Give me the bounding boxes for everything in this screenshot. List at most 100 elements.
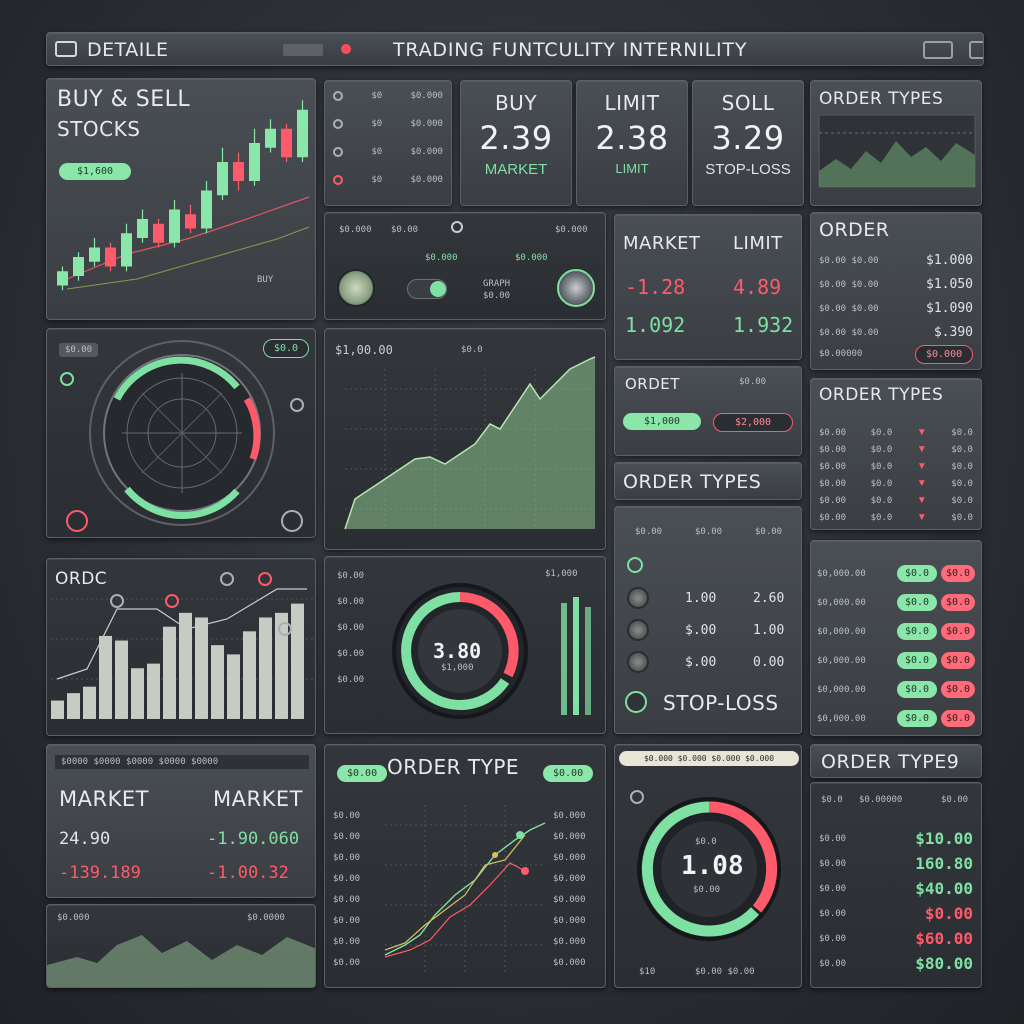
quote-sell[interactable]: SOLL 3.29 STOP-LOSS <box>692 80 804 206</box>
order-type-values-row[interactable]: $0.00 $0.00 <box>819 904 973 923</box>
volume-bar[interactable] <box>195 617 208 719</box>
volume-bar[interactable] <box>131 668 144 719</box>
volume-bar[interactable] <box>51 700 64 719</box>
candle-body[interactable] <box>57 271 68 286</box>
buy-button[interactable]: $0.0 <box>897 565 937 582</box>
small-list-row[interactable]: $0 $0.000 <box>333 175 443 185</box>
stop-loss-top-radio[interactable] <box>627 557 643 573</box>
quote-limit[interactable]: LIMIT 2.38 LIMIT <box>576 80 688 206</box>
down-arrow-icon: ▼ <box>916 495 927 506</box>
volume-bar[interactable] <box>243 631 256 719</box>
order-list-row[interactable]: $0.00 $0.00 $1.050 <box>819 277 973 292</box>
candle-body[interactable] <box>169 209 180 243</box>
quote-buy[interactable]: BUY 2.39 MARKET <box>460 80 572 206</box>
menu-icon[interactable] <box>923 41 953 59</box>
candle-body[interactable] <box>297 109 308 158</box>
candle-body[interactable] <box>217 162 228 196</box>
candle-body[interactable] <box>73 257 84 276</box>
sell-button[interactable]: $0.0 <box>941 565 975 582</box>
buy-button[interactable]: $0.0 <box>897 710 937 727</box>
settings-icon[interactable] <box>969 41 983 59</box>
bars-panel: ORDC <box>46 558 316 736</box>
volume-bar[interactable] <box>115 640 128 719</box>
marker-icon <box>258 572 272 586</box>
right-dial-icon[interactable] <box>557 269 595 307</box>
order-list-footer-button[interactable]: $0.000 <box>915 345 974 364</box>
stop-loss-radio[interactable] <box>627 619 649 641</box>
order-list-row[interactable]: $0.00 $0.00 $1.000 <box>819 253 973 268</box>
order-list-row[interactable]: $0.00 $0.00 $.390 <box>819 325 973 340</box>
sell-button[interactable]: $0.0 <box>941 710 975 727</box>
order-set-green-button[interactable]: $1,000 <box>623 413 701 430</box>
stop-loss-right: 0.00 <box>753 655 785 670</box>
order-type-values-row[interactable]: $0.00 $10.00 <box>819 829 973 848</box>
order-set-red-button[interactable]: $2,000 <box>713 413 793 432</box>
mid-toggle-icon[interactable] <box>407 279 447 299</box>
buy-button[interactable]: $0.0 <box>897 594 937 611</box>
sell-button[interactable]: $0.0 <box>941 652 975 669</box>
gauge2-footer-right: $0.00 $0.00 <box>695 967 755 977</box>
small-list-row[interactable]: $0 $0.000 <box>333 91 443 101</box>
candle-body[interactable] <box>265 128 276 148</box>
candle-body[interactable] <box>105 247 116 267</box>
volume-bar[interactable] <box>275 612 288 719</box>
quote-sell-value: 3.29 <box>711 119 785 157</box>
order-types-top-panel: ORDER TYPES <box>810 80 982 206</box>
small-list-row[interactable]: $0 $0.000 <box>333 147 443 157</box>
volume-bar[interactable] <box>67 693 80 719</box>
order-type-values-label: $0.00 <box>819 858 847 869</box>
square-icon[interactable] <box>55 41 77 57</box>
controls-knob-icon[interactable] <box>451 221 463 233</box>
order-type-values-row[interactable]: $0.00 160.80 <box>819 854 973 873</box>
volume-bar[interactable] <box>291 603 304 719</box>
volume-bar[interactable] <box>147 663 160 719</box>
toggle-icon[interactable] <box>283 44 323 56</box>
candle-body[interactable] <box>233 162 244 181</box>
order-type-values-row[interactable]: $0.00 $60.00 <box>819 929 973 948</box>
volume-bar[interactable] <box>227 654 240 719</box>
down-arrow-icon: ▼ <box>916 427 927 438</box>
sell-button[interactable]: $0.0 <box>941 594 975 611</box>
order-types-row[interactable]: $0.00 $0.0 ▼ $0.0 <box>819 461 973 472</box>
order-types-row[interactable]: $0.00 $0.0 ▼ $0.0 <box>819 478 973 489</box>
candle-body[interactable] <box>137 219 148 238</box>
order-types-right-panel: ORDER TYPES $0.00 $0.0 ▼ $0.0 $0.00 $0.0 ▼ $0.0… <box>810 378 982 530</box>
candle-body[interactable] <box>185 214 196 229</box>
candle-body[interactable] <box>121 233 132 267</box>
order-types-row[interactable]: $0.00 $0.0 ▼ $0.0 <box>819 444 973 455</box>
volume-bar[interactable] <box>99 635 112 719</box>
buttons-group: $0.0 $0.0 <box>897 652 975 669</box>
order-type-values-row[interactable]: $0.00 $80.00 <box>819 954 973 973</box>
left-dial-icon[interactable] <box>337 269 375 307</box>
order-type-values-panel: $0.0 $0.00000 $0.00 $0.00 $10.00 $0.00 160.80… <box>810 782 982 988</box>
marker-icon <box>165 594 179 608</box>
buy-button[interactable]: $0.0 <box>897 652 937 669</box>
candle-body[interactable] <box>89 247 100 262</box>
buy-button[interactable]: $0.0 <box>897 623 937 640</box>
order-types-row[interactable]: $0.00 $0.0 ▼ $0.0 <box>819 495 973 506</box>
page-title: TRADING FUNTCULITY INTERNILITY <box>393 39 748 61</box>
volume-bar[interactable] <box>259 617 272 719</box>
volume-bar[interactable] <box>179 612 192 719</box>
order-types-row[interactable]: $0.00 $0.0 ▼ $0.0 <box>819 427 973 438</box>
order-set-title: ORDET <box>625 375 680 393</box>
small-list-row[interactable]: $0 $0.000 <box>333 119 443 129</box>
order-type-values-row[interactable]: $0.00 $40.00 <box>819 879 973 898</box>
candle-body[interactable] <box>201 190 212 229</box>
sell-button[interactable]: $0.0 <box>941 681 975 698</box>
buy-button[interactable]: $0.0 <box>897 681 937 698</box>
stop-loss-icon[interactable] <box>625 691 647 713</box>
candle-body[interactable] <box>281 128 292 158</box>
stop-loss-radio[interactable] <box>627 587 649 609</box>
candle-body[interactable] <box>249 143 260 181</box>
sell-button[interactable]: $0.0 <box>941 623 975 640</box>
volume-bar[interactable] <box>163 626 176 719</box>
stop-loss-radio[interactable] <box>627 651 649 673</box>
order-list-panel: ORDER $0.00 $0.00 $1.000 $0.00 $0.00 $1.050… <box>810 212 982 370</box>
volume-bar[interactable] <box>83 686 96 719</box>
candle-body[interactable] <box>153 223 164 243</box>
order-list-row[interactable]: $0.00 $0.00 $1.090 <box>819 301 973 316</box>
volume-bar[interactable] <box>211 645 224 719</box>
order-types-row[interactable]: $0.00 $0.0 ▼ $0.0 <box>819 512 973 523</box>
market-value-1: -1.28 <box>625 275 686 299</box>
